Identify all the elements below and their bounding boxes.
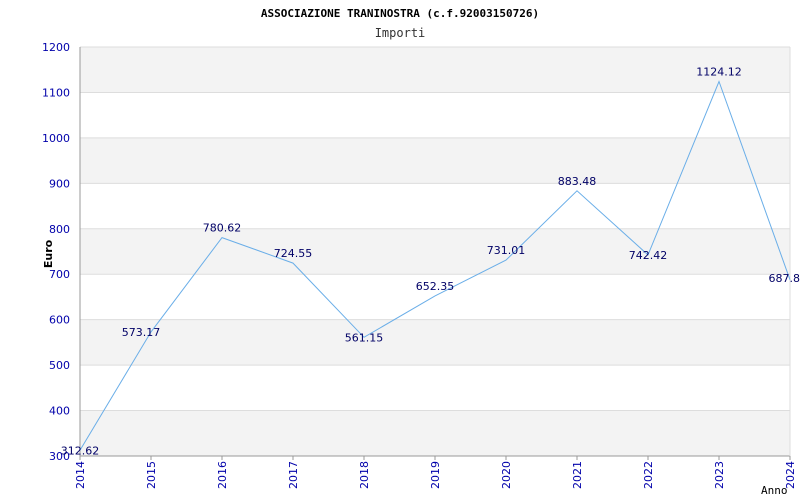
x-tick-label: 2017 — [287, 461, 300, 489]
data-label: 731.01 — [487, 244, 526, 257]
data-label: 652.35 — [416, 280, 455, 293]
x-tick-label: 2014 — [74, 461, 87, 489]
y-tick-label: 1200 — [42, 41, 70, 54]
x-tick-label: 2016 — [216, 461, 229, 489]
x-tick-label: 2022 — [642, 461, 655, 489]
y-tick-label: 1100 — [42, 86, 70, 99]
data-label: 883.48 — [558, 175, 597, 188]
plot-band — [80, 228, 790, 275]
x-tick-label: 2018 — [358, 461, 371, 489]
y-tick-label: 700 — [49, 268, 70, 281]
chart-subtitle: Importi — [375, 26, 426, 40]
plot-bands — [80, 47, 790, 456]
chart-title: ASSOCIAZIONE TRANINOSTRA (c.f.9200315072… — [261, 7, 539, 20]
x-tick-label: 2021 — [571, 461, 584, 489]
y-tick-label: 1000 — [42, 132, 70, 145]
x-tick-label: 2019 — [429, 461, 442, 489]
x-tick-label: 2024 — [784, 461, 797, 489]
data-label: 1124.12 — [696, 65, 742, 78]
line-chart: ASSOCIAZIONE TRANINOSTRA (c.f.9200315072… — [42, 7, 800, 497]
x-tick-label: 2015 — [145, 461, 158, 489]
x-tick-label: 2020 — [500, 461, 513, 489]
data-label: 312.62 — [61, 444, 100, 457]
x-tick-label: 2023 — [713, 461, 726, 489]
plot-band — [80, 47, 790, 93]
y-tick-label: 800 — [49, 223, 70, 236]
data-label: 724.55 — [274, 247, 313, 260]
y-tick-label: 500 — [49, 359, 70, 372]
y-axis-label: Euro — [42, 239, 55, 268]
y-tick-label: 900 — [49, 177, 70, 190]
data-label: 573.17 — [122, 326, 161, 339]
data-label: 742.42 — [629, 249, 668, 262]
x-tick-labels: 2014 2015 2016 2017 2018 2019 2020 2021 2022 2023… — [74, 456, 797, 489]
data-label: 780.62 — [203, 222, 242, 235]
plot-band — [80, 410, 790, 456]
y-tick-label: 400 — [49, 405, 70, 418]
data-label: 561.15 — [345, 331, 384, 344]
plot-band — [80, 137, 790, 184]
y-tick-label: 600 — [49, 314, 70, 327]
plot-band — [80, 319, 790, 366]
data-label: 687.8 — [769, 272, 800, 285]
